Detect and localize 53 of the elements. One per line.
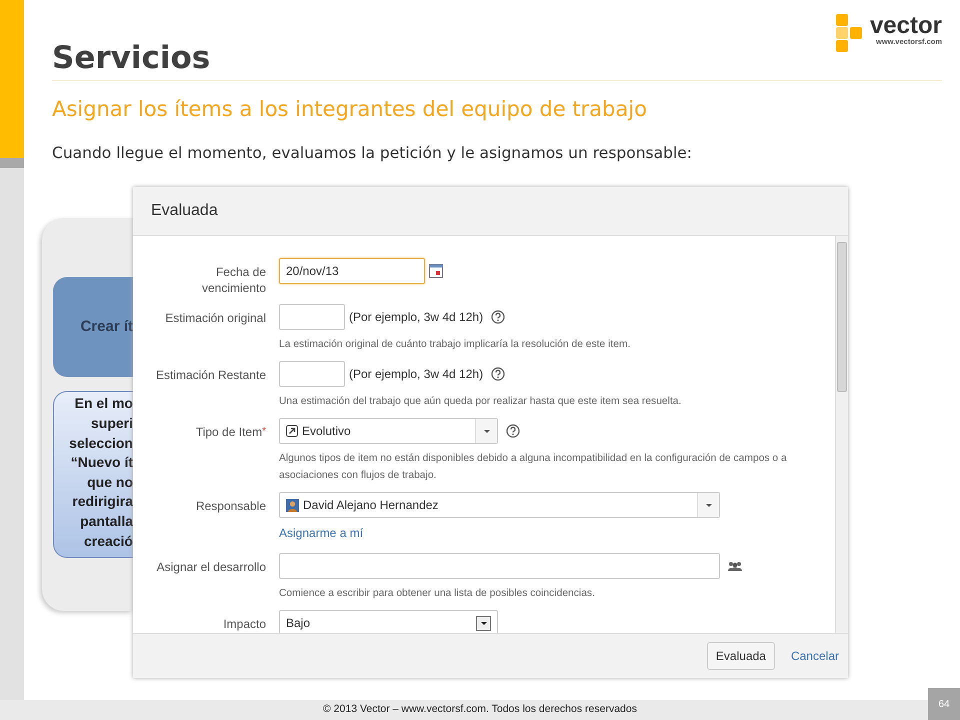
help-text: Algunos tipos de item no están disponibles debido a alguna incompatibilidad en la configuración de campos o a asociaciones con flujos de trabajo. (279, 452, 788, 484)
avatar-icon (286, 498, 299, 512)
field-label: Impacto (223, 617, 266, 632)
field-label: Asignar el desarrollo (156, 560, 266, 574)
note-line: superi (90, 414, 133, 434)
footer-text: © 2013 Vector – www.vectorsf.com. Todos los derechos reservados (323, 702, 637, 718)
people-icon (728, 561, 742, 572)
logo-text: vector (870, 14, 942, 38)
select-value: Bajo (286, 615, 310, 632)
example-hint: (Por ejemplo, 3w 4d 12h) (349, 309, 484, 326)
note-line: En el mo (74, 394, 133, 414)
duration-field[interactable] (279, 361, 345, 388)
field-label: Responsable (196, 499, 266, 514)
type-select[interactable]: Evolutivo (279, 418, 498, 444)
note-line: “Nuevo ít (70, 453, 133, 472)
select-value: Evolutivo (302, 423, 351, 440)
field-label: Tipo de Item (196, 425, 262, 440)
select-value: David Alejano Hernandez (303, 497, 438, 514)
dialog-title: Evaluada (151, 201, 218, 222)
assign-to-me-link[interactable]: Asignarme a mí (279, 524, 364, 542)
example-hint: (Por ejemplo, 3w 4d 12h) (349, 366, 484, 384)
slide-title: Servicios (52, 43, 210, 74)
help-text: La estimación original de cuánto trabajo implicaría la resolución de este item. (279, 338, 632, 352)
dropdown-caret-icon (482, 428, 490, 434)
dropdown-caret-icon (704, 502, 712, 508)
help-icon (491, 367, 506, 382)
submit-button[interactable]: Evaluada (706, 642, 775, 670)
help-text: Una estimación del trabajo que aún queda por realizar hasta que este item sea resuelta. (279, 395, 682, 410)
note-line: redirigira (71, 492, 133, 512)
duration-field[interactable] (279, 304, 345, 330)
help-text: Comience a escribir para obtener una lista de posibles coincidencias. (279, 587, 596, 602)
field-label: Estimación Restante (156, 368, 266, 382)
required-mark: * (262, 426, 266, 438)
note-line: seleccion (68, 434, 133, 453)
date-field[interactable]: 20/nov/13 (279, 258, 425, 284)
field-label: Estimación original (165, 311, 266, 326)
note-line: pantalla (79, 512, 133, 531)
note-line: creació (82, 532, 133, 551)
calendar-icon (429, 264, 443, 278)
help-icon (491, 310, 506, 324)
user-picker-field[interactable] (279, 553, 720, 580)
field-label: Fecha de vencimiento (202, 265, 266, 296)
dropdown-caret-icon (480, 620, 488, 626)
note-line: que no (86, 472, 133, 492)
slide-subtitle: Asignar los ítems a los integrantes del equipo de trabajo (52, 97, 648, 122)
page-number: 64 (928, 688, 960, 720)
intro-text: Cuando llegue el momento, evaluamos la petición y le asignamos un responsable: (52, 143, 694, 164)
user-select[interactable]: David Alejano Hernandez (279, 492, 720, 518)
impact-select[interactable]: Bajo (279, 610, 498, 634)
process-step: Crear ít (53, 277, 133, 378)
arrow-box-icon (286, 425, 298, 438)
cancel-link[interactable]: Cancelar (790, 647, 839, 666)
help-icon (506, 424, 520, 438)
